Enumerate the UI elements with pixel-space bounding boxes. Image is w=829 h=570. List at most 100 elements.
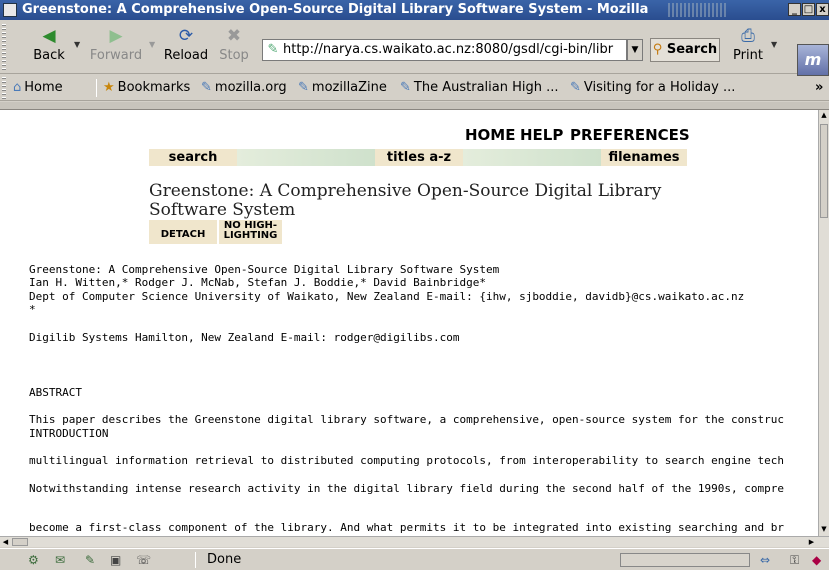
scroll-right-icon[interactable]: ▶: [806, 537, 817, 547]
separator: [96, 79, 97, 97]
url-text: http://narya.cs.waikato.ac.nz:8080/gsdl/…: [283, 42, 614, 57]
chat-icon[interactable]: ☏: [136, 553, 151, 567]
titlebar-decoration: [668, 3, 728, 17]
bookmark-mozilla-org[interactable]: ✎ mozilla.org: [201, 80, 287, 95]
status-bar: ⚙ ✉ ✎ ▣ ☏ Done ⇔ ⚿ ◆: [0, 548, 829, 570]
bookmarks-icon: ★: [103, 80, 115, 95]
back-arrow-icon: ◀: [42, 26, 56, 46]
progress-meter: [620, 553, 750, 567]
back-history-dropdown-icon[interactable]: ▼: [74, 40, 80, 49]
document-title: Greenstone: A Comprehensive Open-Source …: [149, 181, 662, 220]
forward-arrow-icon: ▶: [109, 26, 123, 46]
document-line: Ian H. Witten,* Rodger J. McNab, Stefan …: [29, 276, 486, 289]
search-tab[interactable]: search: [149, 149, 237, 166]
print-options-dropdown-icon[interactable]: ▼: [771, 40, 777, 49]
forward-label: Forward: [89, 48, 143, 63]
personal-toolbar: ⌂ Home ★ Bookmarks ✎ mozilla.org ✎ mozillaZi…: [0, 75, 829, 101]
stop-button[interactable]: ✖ Stop: [216, 26, 252, 70]
bookmark-icon: ✎: [298, 80, 309, 95]
forward-button[interactable]: ▶ Forward: [86, 26, 146, 70]
document-line: This paper describes the Greenstone digi…: [29, 413, 784, 426]
title-bar[interactable]: Greenstone: A Comprehensive Open-Source …: [0, 0, 829, 20]
bookmark-icon: ✎: [201, 80, 212, 95]
no-highlighting-button[interactable]: NO HIGH- LIGHTING: [219, 220, 282, 244]
document-line: Notwithstanding intense research activit…: [29, 482, 784, 495]
home-nav-link[interactable]: HOME: [465, 126, 515, 144]
bookmark-australian-high[interactable]: ✎ The Australian High ...: [400, 80, 559, 95]
search-button[interactable]: ⚲ Search: [650, 38, 720, 62]
stop-icon: ✖: [226, 26, 242, 46]
minimize-button[interactable]: _: [788, 3, 801, 16]
document-heading: INTRODUCTION: [29, 427, 109, 440]
print-button[interactable]: ⎙ Print: [731, 26, 765, 70]
maximize-button[interactable]: □: [802, 3, 815, 16]
window-app-icon[interactable]: [3, 3, 17, 17]
document-line: become a first-class component of the li…: [29, 521, 784, 534]
separator: [195, 552, 196, 568]
security-lock-icon: ⚿: [790, 553, 800, 567]
bookmark-mozillazine[interactable]: ✎ mozillaZine: [298, 80, 387, 95]
address-book-icon[interactable]: ▣: [110, 553, 121, 567]
cookie-icon: ◆: [812, 553, 822, 567]
tab-bar-spacer: [237, 149, 375, 166]
url-history-dropdown[interactable]: ▼: [627, 39, 643, 61]
bookmark-label: mozillaZine: [311, 80, 387, 95]
page-icon: ✎: [267, 42, 279, 57]
reload-icon: ⟳: [178, 26, 194, 46]
home-label: Home: [24, 80, 63, 95]
vertical-scroll-thumb[interactable]: [820, 124, 828, 218]
horizontal-scrollbar[interactable]: ◀ ▶: [0, 536, 829, 547]
bookmark-label: The Australian High ...: [413, 80, 559, 95]
mozilla-logo[interactable]: m: [797, 44, 829, 76]
document-line: *: [29, 303, 36, 316]
more-bookmarks-chevron-icon[interactable]: »: [815, 80, 823, 95]
back-button[interactable]: ◀ Back: [30, 26, 68, 70]
chevron-down-icon: ▼: [631, 45, 639, 55]
online-status-icon[interactable]: ⇔: [760, 553, 770, 567]
bookmarks-label: Bookmarks: [117, 80, 191, 95]
bookmark-icon: ✎: [400, 80, 411, 95]
document-line: Digilib Systems Hamilton, New Zealand E-…: [29, 331, 460, 344]
print-label: Print: [733, 48, 763, 63]
printer-icon: ⎙: [741, 26, 755, 46]
filenames-tab[interactable]: filenames: [601, 149, 687, 166]
home-link[interactable]: ⌂ Home: [13, 80, 63, 95]
bookmark-visiting-holiday[interactable]: ✎ Visiting for a Holiday ...: [570, 80, 735, 95]
navigation-toolbar: ◀ Back ▼ ▶ Forward ▼ ⟳ Reload ✖ Stop ✎ ht…: [0, 20, 829, 76]
url-field[interactable]: ✎ http://narya.cs.waikato.ac.nz:8080/gsdl…: [262, 39, 627, 61]
titles-az-tab[interactable]: titles a-z: [375, 149, 463, 166]
window-title: Greenstone: A Comprehensive Open-Source …: [22, 2, 649, 17]
scroll-down-icon[interactable]: ▼: [819, 524, 829, 535]
forward-history-dropdown-icon[interactable]: ▼: [149, 40, 155, 49]
detach-button[interactable]: DETACH: [149, 220, 217, 244]
reload-label: Reload: [163, 48, 209, 63]
preferences-nav-link[interactable]: PREFERENCES: [570, 126, 690, 144]
home-icon: ⌂: [13, 80, 22, 95]
mail-icon[interactable]: ✉: [55, 553, 65, 567]
browser-window: Greenstone: A Comprehensive Open-Source …: [0, 0, 829, 570]
tab-strip: [0, 102, 829, 110]
personal-toolbar-grip[interactable]: [2, 77, 6, 99]
document-line: Dept of Computer Science University of W…: [29, 290, 745, 303]
bookmark-label: mozilla.org: [214, 80, 287, 95]
bookmarks-menu[interactable]: ★ Bookmarks: [103, 80, 190, 95]
document-line: Greenstone: A Comprehensive Open-Source …: [29, 263, 500, 276]
bookmark-icon: ✎: [570, 80, 581, 95]
status-text: Done: [207, 552, 242, 567]
back-label: Back: [33, 48, 65, 63]
search-icon: ⚲: [652, 42, 663, 57]
web-content: HOME HELP PREFERENCES search titles a-z …: [0, 110, 818, 536]
composer-icon[interactable]: ✎: [85, 553, 95, 567]
horizontal-scroll-thumb[interactable]: [12, 538, 28, 546]
help-nav-link[interactable]: HELP: [520, 126, 563, 144]
scroll-left-icon[interactable]: ◀: [0, 537, 11, 547]
tab-bar-spacer: [463, 149, 601, 166]
reload-button[interactable]: ⟳ Reload: [162, 26, 210, 70]
toolbar-grip[interactable]: [2, 24, 6, 70]
vertical-scrollbar[interactable]: ▲ ▼: [818, 110, 829, 536]
document-heading: ABSTRACT: [29, 386, 82, 399]
navigator-icon[interactable]: ⚙: [28, 553, 39, 567]
close-button[interactable]: x: [816, 3, 829, 16]
document-line: multilingual information retrieval to di…: [29, 454, 784, 467]
scroll-up-icon[interactable]: ▲: [819, 110, 829, 121]
